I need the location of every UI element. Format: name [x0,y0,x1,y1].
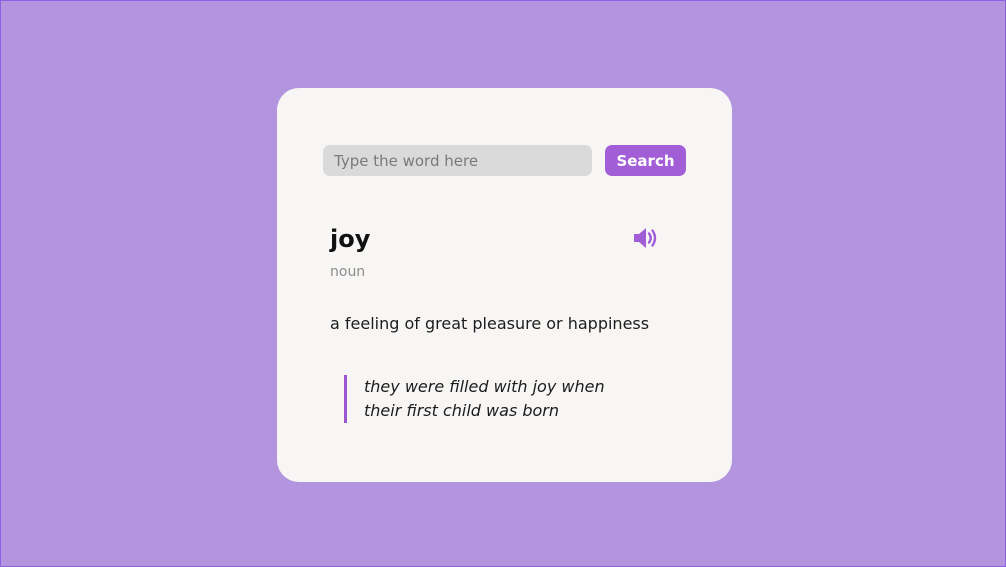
example-quote: they were filled with joy when their fir… [344,375,644,423]
play-audio-button[interactable] [631,224,659,252]
page-background: Search joy noun a feeling of great pleas… [0,0,1006,567]
word-title: joy [330,225,371,253]
part-of-speech: noun [330,264,366,280]
search-button[interactable]: Search [605,145,686,176]
search-input[interactable] [323,145,592,176]
speaker-icon [634,228,657,248]
definition-text: a feeling of great pleasure or happiness [330,314,650,333]
dictionary-card: Search joy noun a feeling of great pleas… [277,88,732,482]
